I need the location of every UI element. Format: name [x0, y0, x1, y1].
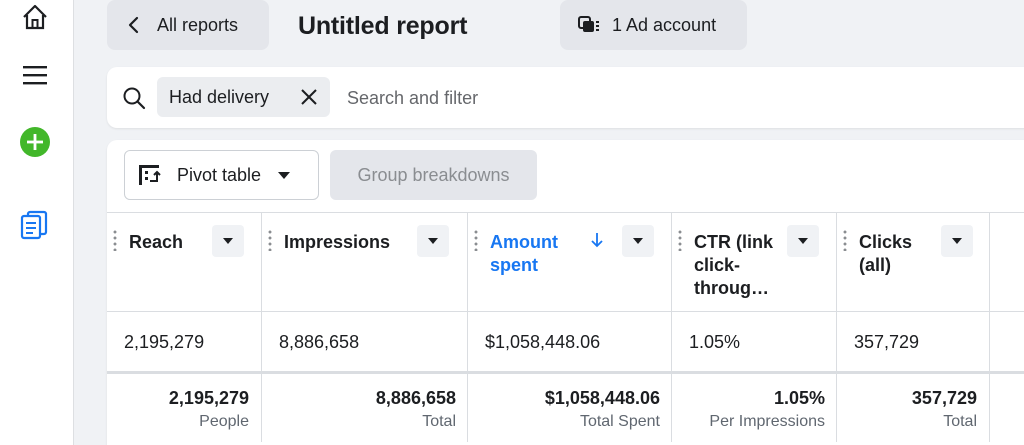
- column-menu-button[interactable]: [622, 225, 654, 257]
- total-unit: People: [199, 413, 249, 430]
- cell-clicks: 357,729: [854, 331, 920, 352]
- totals-row: 2,195,279 People 8,886,658 Total $1,058,…: [107, 372, 1024, 442]
- home-icon[interactable]: [18, 0, 52, 34]
- ad-account-button[interactable]: 1 Ad account: [560, 0, 747, 50]
- caret-down-icon: [277, 170, 291, 180]
- total-unit: Total: [422, 413, 456, 430]
- pivot-table-icon: [137, 163, 161, 187]
- column-header-label: CTR (link click-throug…: [694, 232, 773, 298]
- total-value: $1,058,448.06: [544, 388, 660, 408]
- column-header-label: Impressions: [284, 232, 391, 252]
- report-table-card: Pivot table Group breakdowns Reach Impre…: [107, 140, 1024, 445]
- total-reach: 2,195,279 People: [107, 374, 249, 444]
- drag-handle-icon[interactable]: [474, 229, 478, 251]
- header-row: Reach Impressions Amount spent CTR (link…: [107, 212, 1024, 312]
- total-clicks: 357,729 Total: [837, 374, 977, 444]
- ad-account-label: 1 Ad account: [612, 14, 717, 35]
- search-filter-bar: Had delivery: [107, 67, 1024, 128]
- total-amount-spent: $1,058,448.06 Total Spent: [468, 374, 660, 444]
- drag-handle-icon[interactable]: [678, 229, 682, 251]
- drag-handle-icon[interactable]: [843, 229, 847, 251]
- drag-handle-icon[interactable]: [268, 229, 272, 251]
- filter-chip-label: Had delivery: [169, 86, 270, 107]
- pivot-table-label: Pivot table: [177, 164, 262, 185]
- column-menu-button[interactable]: [417, 225, 449, 257]
- column-header-label: Amount spent: [490, 232, 558, 275]
- total-unit: Total Spent: [579, 413, 660, 430]
- column-menu-button[interactable]: [941, 225, 973, 257]
- total-value: 1.05%: [773, 388, 825, 408]
- column-header-label: Reach: [129, 232, 184, 252]
- group-breakdowns-button[interactable]: Group breakdowns: [330, 150, 537, 200]
- total-value: 2,195,279: [168, 388, 249, 408]
- total-value: 8,886,658: [375, 388, 456, 408]
- total-value: 357,729: [911, 388, 977, 408]
- column-menu-button[interactable]: [212, 225, 244, 257]
- column-header-clicks[interactable]: Clicks (all): [837, 213, 989, 313]
- column-header-amount-spent[interactable]: Amount spent: [468, 213, 671, 313]
- column-menu-button[interactable]: [787, 225, 819, 257]
- group-breakdowns-label: Group breakdowns: [357, 164, 510, 185]
- cell-amount-spent: $1,058,448.06: [485, 331, 601, 352]
- all-reports-label: All reports: [157, 14, 239, 35]
- total-ctr: 1.05% Per Impressions: [672, 374, 825, 444]
- cell-impressions: 8,886,658: [279, 331, 360, 352]
- all-reports-button[interactable]: All reports: [107, 0, 269, 50]
- close-icon[interactable]: [298, 86, 320, 108]
- left-rail: [0, 0, 74, 445]
- column-header-ctr[interactable]: CTR (link click-throug…: [672, 213, 836, 313]
- create-icon[interactable]: [18, 125, 52, 159]
- table-row[interactable]: 2,195,279 8,886,658 $1,058,448.06 1.05% …: [107, 312, 1024, 372]
- cell-reach: 2,195,279: [124, 331, 205, 352]
- ad-accounts-icon: [578, 15, 600, 35]
- total-unit: Total: [943, 413, 977, 430]
- report-title[interactable]: Untitled report: [298, 12, 467, 41]
- pivot-table-button[interactable]: Pivot table: [124, 150, 319, 200]
- search-icon: [121, 85, 147, 111]
- menu-icon[interactable]: [18, 58, 52, 92]
- chevron-left-icon: [127, 16, 139, 34]
- total-impressions: 8,886,658 Total: [262, 374, 456, 444]
- filter-chip-had-delivery[interactable]: Had delivery: [157, 77, 330, 117]
- reports-icon[interactable]: [18, 208, 52, 242]
- column-header-impressions[interactable]: Impressions: [262, 213, 467, 313]
- search-input[interactable]: [347, 81, 947, 115]
- column-header-label: Clicks (all): [859, 232, 913, 275]
- cell-ctr: 1.05%: [689, 331, 741, 352]
- sort-descending-icon: [590, 231, 604, 254]
- total-unit: Per Impressions: [709, 413, 825, 430]
- column-header-reach[interactable]: Reach: [107, 213, 261, 313]
- drag-handle-icon[interactable]: [113, 229, 117, 251]
